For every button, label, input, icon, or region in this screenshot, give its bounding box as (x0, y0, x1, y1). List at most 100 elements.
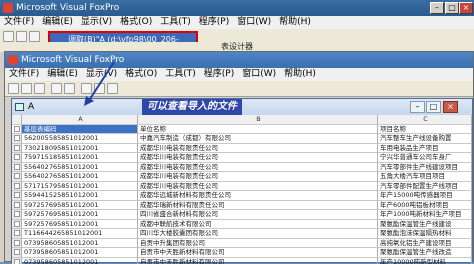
table-row[interactable]: 730218095851012001成都华川电装有限责任公司车用电装品生产项目 (12, 144, 472, 154)
header-cell[interactable]: 单位名称 (138, 125, 378, 135)
menu-edit[interactable]: 编辑(E) (38, 16, 77, 29)
save-icon[interactable] (34, 83, 45, 94)
browse-close-button[interactable]: × (443, 101, 458, 113)
menu-format[interactable]: 格式(O) (121, 68, 161, 81)
table-cell[interactable]: 562005585851012001 (22, 134, 138, 144)
table-row[interactable]: 073958605851012001自贡中升集团有限公司高纯氧化铝生产建设项目 (12, 239, 472, 249)
table-cell[interactable]: 成都中联航技术有限公司 (138, 220, 378, 230)
table-cell[interactable]: 597257695851012001 (22, 210, 138, 220)
row-marker[interactable] (12, 220, 22, 230)
back-window-titlebar[interactable]: Microsoft Visual FoxPro – □ × (0, 0, 474, 16)
table-row[interactable]: 597257695851012001成都华瑞新材料有限责任公司年产6000吨铝板… (12, 201, 472, 211)
table-cell[interactable]: 成都华瑞新材料有限责任公司 (138, 201, 378, 211)
menu-file[interactable]: 文件(F) (5, 68, 43, 81)
row-marker[interactable] (12, 239, 22, 249)
menu-tools[interactable]: 工具(T) (156, 16, 195, 29)
browse-titlebar[interactable]: A – □ × (12, 99, 472, 115)
row-marker[interactable] (12, 248, 22, 258)
menu-edit[interactable]: 编辑(E) (43, 68, 82, 81)
copy-icon[interactable] (94, 83, 105, 94)
table-cell[interactable]: 车用电装品生产项目 (378, 144, 472, 154)
table-row[interactable]: 597257695851012001四川省盛合新材料有限公司年产1000吨新材料… (12, 210, 472, 220)
table-cell[interactable]: 073958605851012001 (22, 258, 138, 264)
table-row[interactable]: 759715185851012001成都华川电装有限责任公司宁兴华普通车公司车身… (12, 153, 472, 163)
table-cell[interactable]: 聚氨酯保温管生产线建设 (378, 220, 472, 230)
row-marker[interactable] (12, 172, 22, 182)
table-cell[interactable]: 成都华川电装有限责任公司 (138, 163, 378, 173)
menu-window[interactable]: 窗口(W) (233, 16, 275, 29)
row-marker[interactable] (12, 134, 22, 144)
table-cell[interactable]: 聚氨酯泡沫保温隔热材料 (378, 229, 472, 239)
table-cell[interactable]: 559441525851012001 (22, 191, 138, 201)
new-file-icon[interactable] (8, 83, 19, 94)
table-cell[interactable]: 556402765851012001 (22, 172, 138, 182)
table-cell[interactable]: 宁兴华普通车公司车身厂 (378, 153, 472, 163)
row-marker[interactable] (12, 125, 22, 135)
table-row[interactable]: 597257695851012001成都中联航技术有限公司聚氨酯保温管生产线建设 (12, 220, 472, 230)
new-file-icon[interactable] (3, 31, 14, 42)
browse-minimize-button[interactable]: – (410, 101, 425, 113)
table-cell[interactable]: 597257695851012001 (22, 201, 138, 211)
table-row[interactable]: 562005585851012001中嘉汽车制造（成都）有限公司汽车整车生产线设… (12, 134, 472, 144)
table-row[interactable]: 073958605851012001自贡市中天胜新材料有限公司聚氨酯保温管生产线… (12, 248, 472, 258)
table-cell[interactable]: 成都华川电装有限责任公司 (138, 144, 378, 154)
table-cell[interactable]: 571715795851012001 (22, 182, 138, 192)
table-cell[interactable]: 中嘉汽车制造（成都）有限公司 (138, 134, 378, 144)
table-cell[interactable]: 073958605851012001 (22, 239, 138, 249)
table-cell[interactable]: 成都华远城新材料有限责任公司 (138, 191, 378, 201)
table-cell[interactable]: T116644265851012001 (22, 229, 138, 239)
table-cell[interactable]: 成都华川电装有限责任公司 (138, 153, 378, 163)
row-marker[interactable] (12, 163, 22, 173)
open-folder-icon[interactable] (21, 83, 32, 94)
table-cell[interactable]: 自贡中升集团有限公司 (138, 239, 378, 249)
column-letter[interactable]: A (22, 115, 138, 125)
table-cell[interactable]: 汽车零部件生产线建设项目 (378, 163, 472, 173)
maximize-button[interactable]: □ (445, 2, 459, 14)
row-marker[interactable] (12, 229, 22, 239)
table-cell[interactable]: 汽车整车生产线设备购置 (378, 134, 472, 144)
menu-tools[interactable]: 工具(T) (161, 68, 200, 81)
header-cell[interactable]: 项目名称 (378, 125, 472, 135)
menu-view[interactable]: 显示(V) (82, 68, 121, 81)
table-cell[interactable]: 年产15000吨传感器项目 (378, 191, 472, 201)
menu-help[interactable]: 帮助(H) (275, 16, 315, 29)
browse-maximize-button[interactable]: □ (426, 101, 441, 113)
table-cell[interactable]: 597257695851012001 (22, 220, 138, 230)
row-marker[interactable] (12, 258, 22, 264)
column-letter[interactable]: C (378, 115, 472, 125)
row-marker[interactable] (12, 201, 22, 211)
table-cell[interactable]: 年产6000吨铝板材项目 (378, 201, 472, 211)
paste-icon[interactable] (107, 83, 118, 94)
table-cell[interactable]: 556402765851012001 (22, 163, 138, 173)
column-letter[interactable]: B (138, 115, 378, 125)
table-row[interactable]: T116644265851012001四川华大楼胶囊团有限公司聚氨酯泡沫保温隔热… (12, 229, 472, 239)
menu-help[interactable]: 帮助(H) (280, 68, 320, 81)
table-cell[interactable]: 759715185851012001 (22, 153, 138, 163)
preview-icon[interactable] (64, 83, 75, 94)
table-cell[interactable]: 汽车零部件配置生产线项目 (378, 182, 472, 192)
close-button[interactable]: × (459, 2, 473, 14)
menu-file[interactable]: 文件(F) (0, 16, 38, 29)
print-icon[interactable] (51, 83, 62, 94)
row-marker[interactable] (12, 153, 22, 163)
menu-program[interactable]: 程序(P) (195, 16, 233, 29)
table-row[interactable]: 073958605851012001自贡市中天胜新材料有限公司年产10000吨新… (12, 258, 472, 264)
front-window-titlebar[interactable]: Microsoft Visual FoxPro (5, 52, 473, 68)
table-cell[interactable]: 成都华川电装有限责任公司 (138, 182, 378, 192)
table-cell[interactable]: 五角大楼汽车项目项目 (378, 172, 472, 182)
table-cell[interactable]: 四川省盛合新材料有限公司 (138, 210, 378, 220)
table-cell[interactable]: 高纯氧化铝生产建设项目 (378, 239, 472, 249)
menu-view[interactable]: 显示(V) (77, 16, 116, 29)
table-cell[interactable]: 年产1000吨新材料生产项目 (378, 210, 472, 220)
header-cell[interactable]: 基层表编码 (22, 125, 138, 135)
table-row[interactable]: 556402765851012001成都华川电装有限责任公司五角大楼汽车项目项目 (12, 172, 472, 182)
save-icon[interactable] (29, 31, 40, 42)
table-cell[interactable]: 自贡市中天胜新材料有限公司 (138, 248, 378, 258)
cut-icon[interactable] (81, 83, 92, 94)
menu-program[interactable]: 程序(P) (200, 68, 238, 81)
table-row[interactable]: 571715795851012001成都华川电装有限责任公司汽车零部件配置生产线… (12, 182, 472, 192)
row-marker[interactable] (12, 182, 22, 192)
row-marker[interactable] (12, 144, 22, 154)
menu-window[interactable]: 窗口(W) (238, 68, 280, 81)
menu-format[interactable]: 格式(O) (116, 16, 156, 29)
